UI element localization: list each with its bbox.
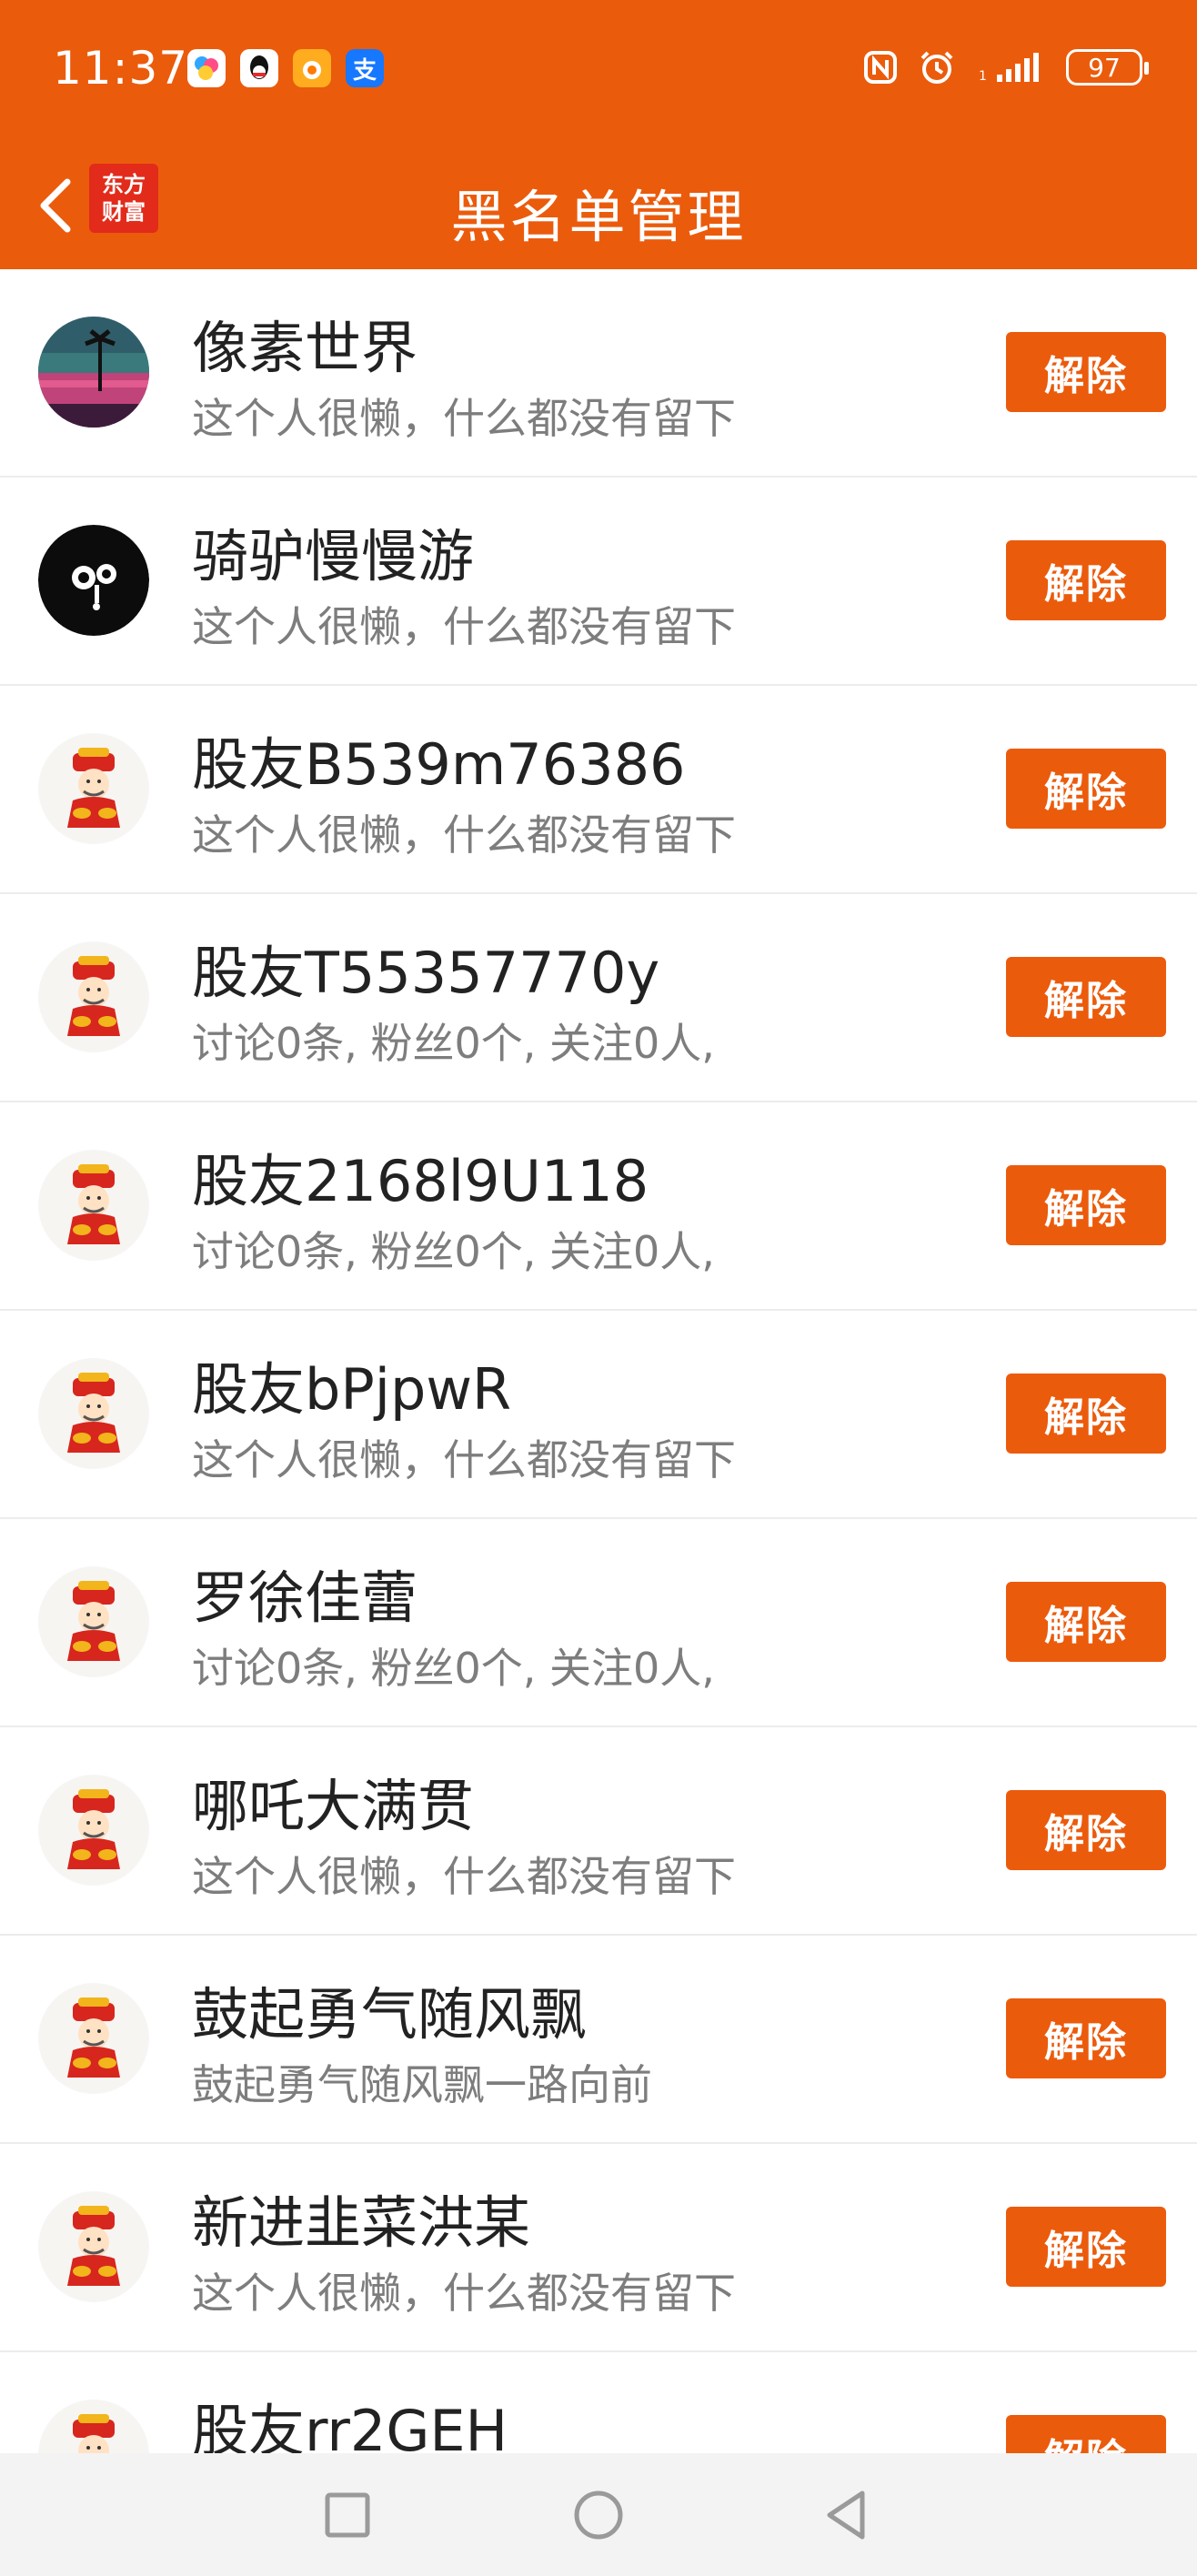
blacklist-row: 像素世界这个人很懒，什么都没有留下 解除 [0, 269, 1197, 478]
system-nav-bar [0, 2453, 1197, 2576]
user-name[interactable]: 骑驴慢慢游 [192, 510, 474, 592]
blacklist-row: 股友2168l9U118 讨论0条, 粉丝0个, 关注0人, 解除 [0, 1102, 1197, 1311]
avatar[interactable] [38, 1983, 149, 2094]
home-circle-icon[interactable] [571, 2488, 626, 2542]
avatar[interactable] [38, 2191, 149, 2302]
alipay-icon: 支 [346, 49, 384, 87]
notification-icons: 支 [187, 49, 384, 87]
svg-text:1: 1 [979, 69, 987, 84]
signal-icon: 1 [979, 53, 1039, 84]
blacklist-row: 股友T55357770y 讨论0条, 粉丝0个, 关注0人, 解除 [0, 894, 1197, 1102]
back-triangle-icon[interactable] [819, 2488, 873, 2542]
recents-square-icon[interactable] [320, 2488, 375, 2542]
remove-button[interactable]: 解除 [1006, 1165, 1166, 1245]
user-description: 讨论0条, 粉丝0个, 关注0人, [192, 1227, 715, 1276]
user-name[interactable]: 新进韭菜洪某 [192, 2177, 530, 2259]
user-name[interactable]: 股友B539m76386 [192, 719, 686, 800]
user-name[interactable]: 股友2168l9U118 [192, 1135, 649, 1217]
remove-button[interactable]: 解除 [1006, 1790, 1166, 1870]
user-name[interactable]: 股友T55357770y [192, 927, 659, 1009]
taobao-icon [293, 49, 331, 87]
user-name[interactable]: 鼓起勇气随风飘 [192, 1968, 587, 2050]
user-description: 这个人很懒，什么都没有留下 [192, 394, 736, 443]
blacklist-row: 股友B539m76386 这个人很懒，什么都没有留下 解除 [0, 686, 1197, 894]
remove-button[interactable]: 解除 [1006, 749, 1166, 829]
system-status-icons: 1 97 [862, 47, 1149, 87]
status-bar: 11:37 支 1 97 [0, 0, 1197, 144]
blacklist-row: 鼓起勇气随风飘鼓起勇气随风飘一路向前 解除 [0, 1936, 1197, 2144]
remove-button[interactable]: 解除 [1006, 957, 1166, 1037]
user-name[interactable]: 罗徐佳蕾 [192, 1552, 417, 1634]
avatar[interactable] [38, 941, 149, 1052]
blacklist-row: 罗徐佳蕾讨论0条, 粉丝0个, 关注0人, 解除 [0, 1519, 1197, 1727]
remove-button[interactable]: 解除 [1006, 2207, 1166, 2287]
avatar[interactable] [38, 1150, 149, 1261]
app-notification-icon [187, 49, 226, 87]
page-title: 黑名单管理 [450, 184, 747, 250]
avatar[interactable] [38, 1775, 149, 1886]
user-description: 这个人很懒，什么都没有留下 [192, 602, 736, 651]
header-bar: 东方 财富 黑名单管理 [0, 144, 1197, 269]
status-time: 11:37 [53, 42, 189, 95]
user-name[interactable]: 像素世界 [192, 302, 417, 384]
battery-level: 97 [1088, 52, 1121, 83]
blacklist-row: 新进韭菜洪某这个人很懒，什么都没有留下 解除 [0, 2144, 1197, 2352]
avatar[interactable] [38, 1566, 149, 1677]
avatar[interactable] [38, 525, 149, 636]
remove-button[interactable]: 解除 [1006, 540, 1166, 620]
user-description: 鼓起勇气随风飘一路向前 [192, 2060, 652, 2109]
user-description: 这个人很懒，什么都没有留下 [192, 810, 736, 860]
nfc-icon [864, 51, 897, 84]
blacklist-row: 骑驴慢慢游这个人很懒，什么都没有留下 解除 [0, 478, 1197, 686]
remove-button[interactable]: 解除 [1006, 1998, 1166, 2078]
avatar[interactable] [38, 317, 149, 428]
qq-icon [240, 49, 278, 87]
blacklist-row: 哪吒大满贯这个人很懒，什么都没有留下 解除 [0, 1727, 1197, 1936]
avatar[interactable] [38, 733, 149, 844]
blacklist-row: 股友bPjpwR 这个人很懒，什么都没有留下 解除 [0, 1311, 1197, 1519]
alarm-icon [920, 51, 953, 84]
user-name[interactable]: 哪吒大满贯 [192, 1760, 474, 1842]
battery-icon: 97 [1066, 49, 1149, 86]
remove-button[interactable]: 解除 [1006, 332, 1166, 412]
user-name[interactable]: 股友bPjpwR [192, 1343, 511, 1425]
user-description: 讨论0条, 粉丝0个, 关注0人, [192, 1644, 715, 1693]
user-description: 这个人很懒，什么都没有留下 [192, 1435, 736, 1484]
avatar[interactable] [38, 1358, 149, 1469]
user-description: 这个人很懒，什么都没有留下 [192, 2269, 736, 2318]
blacklist: 像素世界 这个人很懒，什么都没有留下 解除 骑驴慢慢游 这个人很懒，什么都没有留下 解除股… [0, 269, 1197, 2561]
user-description: 这个人很懒，什么都没有留下 [192, 1852, 736, 1901]
remove-button[interactable]: 解除 [1006, 1374, 1166, 1454]
remove-button[interactable]: 解除 [1006, 1582, 1166, 1662]
user-description: 讨论0条, 粉丝0个, 关注0人, [192, 1019, 715, 1068]
